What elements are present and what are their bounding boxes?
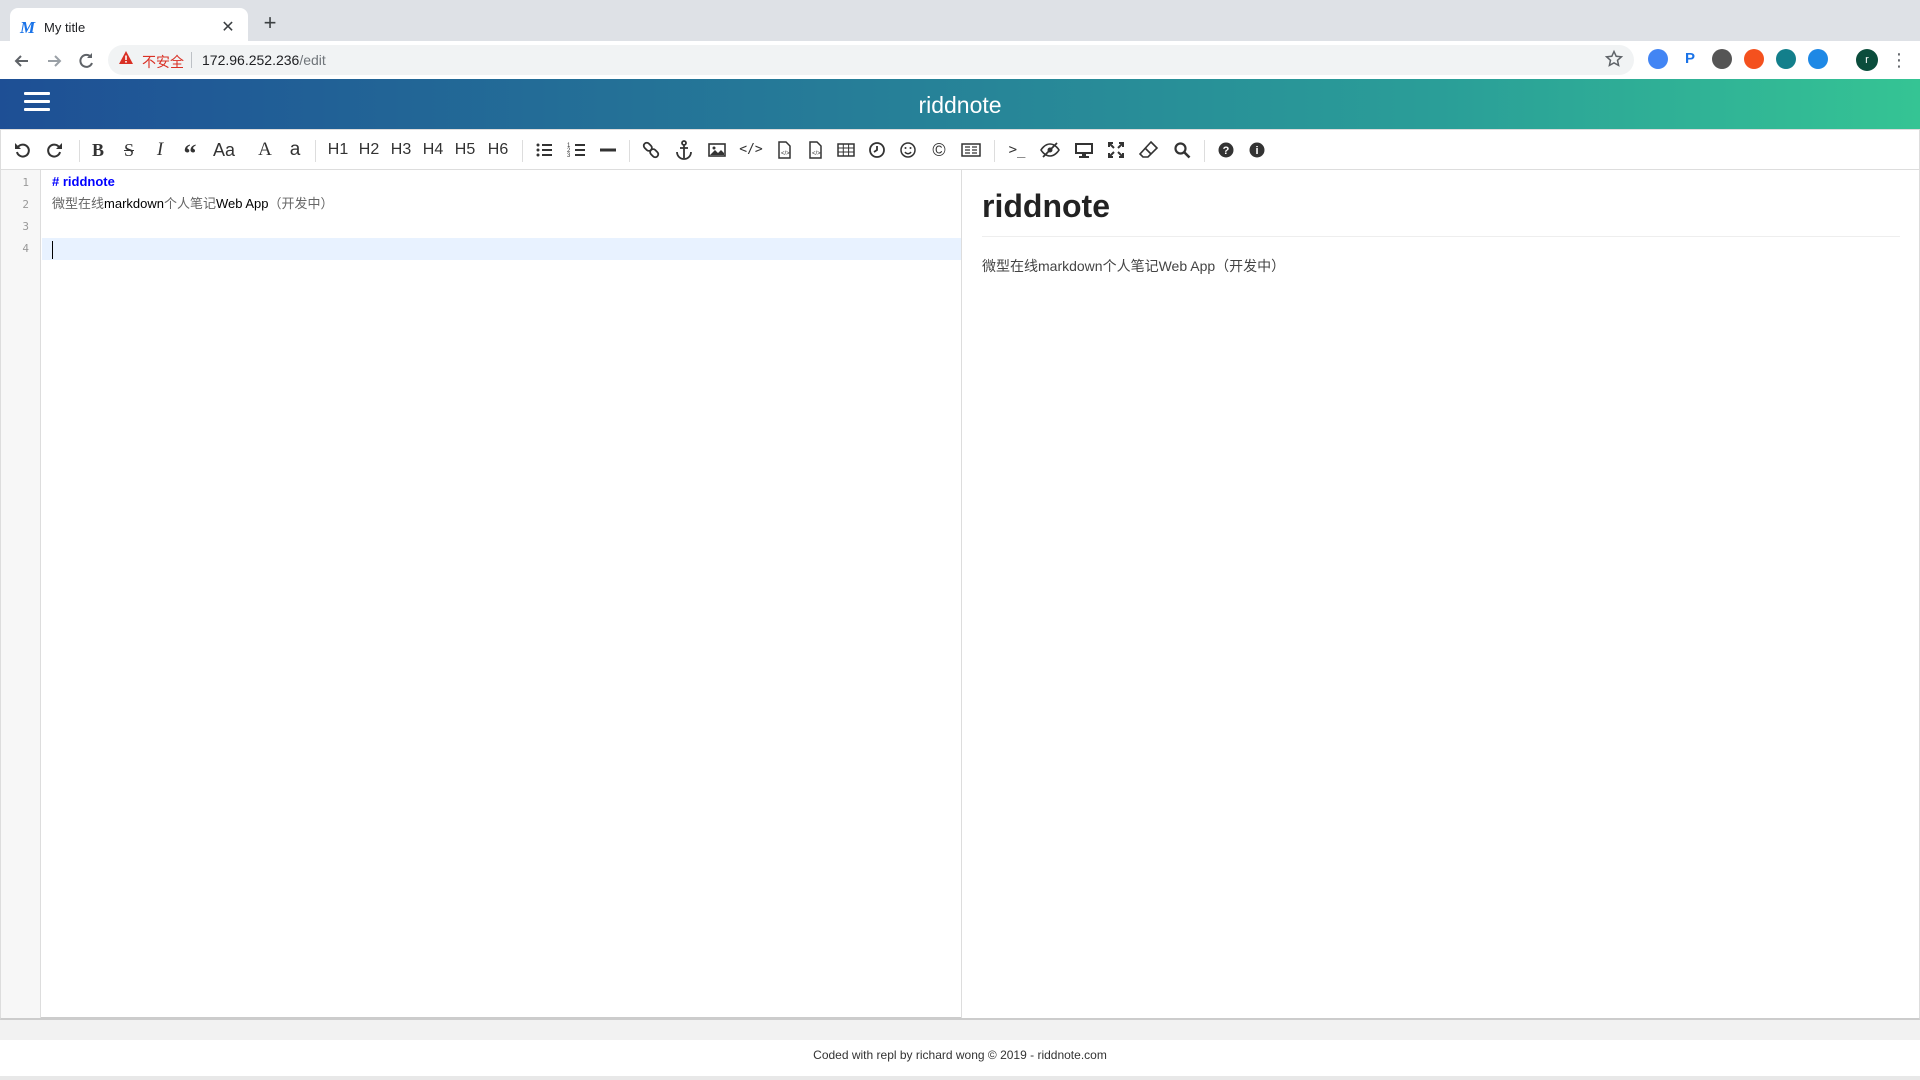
markdown-input-area[interactable]: # riddnote 微型在线markdown个人笔记Web App（开发中） [42, 170, 961, 1018]
watch-toggle-icon[interactable] [1038, 138, 1062, 162]
feather-ext-icon[interactable] [1712, 49, 1732, 69]
active-line-highlight [42, 238, 961, 260]
svg-text:</>: </> [812, 151, 821, 157]
table-icon[interactable] [834, 138, 858, 162]
anchor-icon[interactable] [672, 138, 696, 162]
preformatted-code-icon[interactable]: </> [772, 138, 796, 162]
bird-ext-icon[interactable] [1808, 49, 1828, 69]
bottom-strip [0, 1076, 1920, 1080]
tab-close-icon[interactable]: ✕ [218, 18, 238, 38]
svg-text:3: 3 [567, 153, 571, 159]
line-number: 2 [22, 198, 29, 211]
preview-heading-rule [982, 236, 1900, 237]
chrome-ext-icon[interactable] [1648, 49, 1668, 69]
h5-button[interactable]: H5 [453, 138, 477, 162]
address-divider [191, 52, 192, 68]
emoji-icon[interactable] [896, 138, 920, 162]
security-status[interactable]: 不安全 [142, 52, 184, 72]
horizontal-rule-icon[interactable] [596, 138, 620, 162]
code-icon[interactable]: </> [739, 138, 763, 162]
tab-favicon-icon: M [20, 18, 36, 37]
url-path: /edit [299, 52, 326, 68]
lowercase-icon[interactable]: a [283, 138, 307, 162]
tab-title: My title [44, 20, 86, 35]
svg-text:i: i [1255, 145, 1258, 157]
line-number: 3 [22, 220, 29, 233]
copyright-icon[interactable]: © [927, 138, 951, 162]
forward-button[interactable] [40, 47, 68, 75]
arrow-right-icon [48, 55, 62, 67]
h2-button[interactable]: H2 [357, 138, 381, 162]
line2-segment: （开发中） [268, 196, 334, 211]
reload-button[interactable] [72, 47, 100, 75]
first-uppercase-icon[interactable]: A [253, 138, 277, 162]
profile-avatar[interactable]: r [1856, 49, 1878, 71]
line-number: 4 [22, 242, 29, 255]
line-number: 1 [22, 176, 29, 189]
url-host: 172.96.252.236 [202, 52, 300, 68]
footer-separator [0, 1020, 1920, 1040]
address-bar[interactable]: 不安全 172.96.252.236/edit [108, 45, 1634, 75]
line2-segment: 个人笔记 [163, 196, 216, 211]
image-icon[interactable] [705, 138, 729, 162]
link-icon[interactable] [639, 138, 663, 162]
back-button[interactable] [8, 47, 36, 75]
help-icon[interactable]: ? [1214, 138, 1238, 162]
h1-button[interactable]: H1 [326, 138, 350, 162]
bookmark-star-icon[interactable] [1604, 49, 1624, 69]
line2-segment: 微型在线 [52, 196, 105, 211]
new-tab-button[interactable]: + [258, 12, 282, 36]
preview-heading: riddnote [982, 188, 1110, 224]
line2-segment: markdown [104, 196, 164, 211]
code-line-2[interactable]: 微型在线markdown个人笔记Web App（开发中） [52, 193, 334, 215]
page-footer: Coded with repl by richard wong © 2019 -… [813, 1048, 1107, 1062]
orange-ext-icon[interactable] [1744, 49, 1764, 69]
arrow-left-icon [14, 55, 28, 67]
search-icon[interactable] [1170, 138, 1194, 162]
browser-toolbar: 不安全 172.96.252.236/edit P r ⋮ [0, 41, 1920, 79]
markdown-editor: B S I “ Aa A a H1 H2 H3 H4 H5 H6 123 </>… [0, 129, 1920, 1020]
unordered-list-icon[interactable] [532, 138, 556, 162]
clear-eraser-icon[interactable] [1137, 138, 1161, 162]
warning-icon [118, 50, 134, 66]
bold-icon[interactable]: B [86, 138, 110, 162]
redo-icon[interactable] [42, 138, 66, 162]
app-header: riddnote [0, 79, 1920, 129]
line2-segment: Web App [216, 196, 269, 211]
svg-text:?: ? [1223, 145, 1230, 157]
fullscreen-icon[interactable] [1104, 138, 1128, 162]
strikethrough-icon[interactable]: S [117, 138, 141, 162]
markdown-heading-text: # riddnote [52, 174, 115, 189]
browser-menu-icon[interactable]: ⋮ [1890, 47, 1908, 73]
editor-toolbar: B S I “ Aa A a H1 H2 H3 H4 H5 H6 123 </>… [1, 130, 1919, 170]
datetime-icon[interactable] [865, 138, 889, 162]
code-line-1[interactable]: # riddnote [52, 171, 115, 193]
html-entities-icon[interactable]: >_ [1005, 138, 1029, 162]
undo-icon[interactable] [11, 138, 35, 162]
h6-button[interactable]: H6 [486, 138, 510, 162]
h3-button[interactable]: H3 [389, 138, 413, 162]
url-text[interactable]: 172.96.252.236/edit [202, 52, 326, 68]
ordered-list-icon[interactable]: 123 [565, 138, 589, 162]
preview-desktop-icon[interactable] [1072, 138, 1096, 162]
code-block-icon[interactable]: </> [803, 138, 827, 162]
info-icon[interactable]: i [1245, 138, 1269, 162]
h4-button[interactable]: H4 [421, 138, 445, 162]
reload-icon [79, 53, 93, 68]
line-number-gutter: 1 2 3 4 [1, 170, 41, 1018]
p-ext-icon[interactable]: P [1680, 49, 1700, 69]
app-title: riddnote [918, 92, 1002, 118]
text-cursor [52, 241, 53, 259]
pagebreak-icon[interactable] [959, 138, 983, 162]
uppercase-toggle-icon[interactable]: Aa [212, 138, 236, 162]
blockquote-icon[interactable]: “ [178, 138, 202, 168]
markdown-preview: riddnote 微型在线markdown个人笔记Web App（开发中） [962, 170, 1919, 1018]
svg-text:</>: </> [781, 151, 790, 157]
preview-paragraph: 微型在线markdown个人笔记Web App（开发中） [982, 258, 1286, 274]
book-ext-icon[interactable] [1776, 49, 1796, 69]
italic-icon[interactable]: I [148, 138, 172, 162]
